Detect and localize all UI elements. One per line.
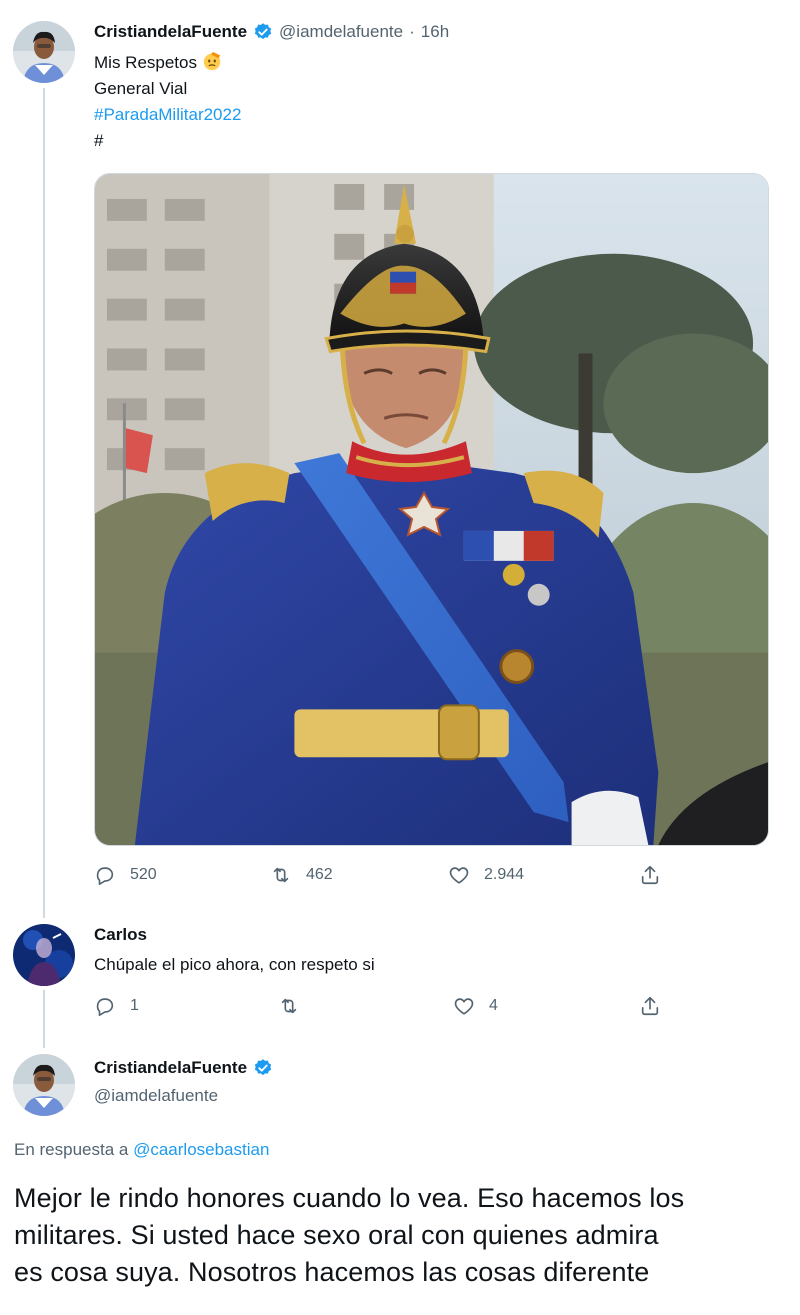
tweet-text-line: General Vial [94,79,188,98]
verified-icon [254,23,272,40]
handle[interactable]: @iamdelafuente [279,22,403,42]
avatar[interactable] [13,21,75,83]
like-count: 2.944 [484,866,525,883]
retweet-count: 462 [306,866,333,883]
like-icon [454,998,474,1015]
like-icon [449,867,469,884]
retweet-icon [281,998,297,1014]
retweet-button[interactable] [278,995,314,1017]
display-name[interactable]: CristiandelaFuente [94,1058,247,1078]
share-button[interactable] [639,995,661,1017]
saluting-face-icon [203,51,221,71]
tweet-text-line: # [94,131,104,150]
timestamp[interactable]: 16h [421,22,449,42]
tweet-header: CristiandelaFuente @iamdelafuente · 16h [94,22,449,42]
reply-button[interactable]: 520 [94,864,157,886]
hashtag-link[interactable]: #ParadaMilitar2022 [94,102,241,128]
tweet-text: Mejor le rindo honores cuando lo vea. Es… [14,1180,784,1291]
retweet-button[interactable]: 462 [270,864,333,886]
handle[interactable]: @iamdelafuente [94,1086,218,1106]
tweet-text-line: es cosa suya. Nosotros hacemos las cosas… [14,1257,650,1287]
share-button[interactable] [639,864,661,886]
tweet-header: @iamdelafuente [94,1086,218,1106]
reply-icon [96,867,114,885]
thread-line [43,88,45,918]
display-name[interactable]: Carlos [94,925,147,945]
reply-mention-link[interactable]: @caarlosebastian [133,1140,269,1159]
like-button[interactable]: 2.944 [448,864,524,886]
like-button[interactable]: 4 [453,995,498,1017]
avatar[interactable] [13,924,75,986]
reply-icon [96,998,114,1016]
separator: · [409,22,415,41]
share-icon [641,865,659,885]
verified-icon [254,1059,272,1076]
like-count: 4 [489,997,498,1014]
tweet-photo[interactable] [94,173,769,846]
reply-context: En respuesta a @caarlosebastian [14,1140,269,1160]
reply-button[interactable]: 1 [94,995,139,1017]
share-icon [641,996,659,1016]
reply-count: 520 [130,866,157,883]
tweet-text-line: Chúpale el pico ahora, con respeto si [94,955,375,974]
display-name[interactable]: CristiandelaFuente [94,22,247,42]
retweet-icon [273,867,289,883]
tweet-text-line: militares. Si usted hace sexo oral con q… [14,1220,659,1250]
tweet-text: Chúpale el pico ahora, con respeto si [94,952,375,978]
tweet-text: Mis Respetos General Vial #ParadaMilitar… [94,50,241,154]
reply-prefix: En respuesta a [14,1140,129,1159]
reply-count: 1 [130,997,139,1014]
tweet-text-line: Mis Respetos [94,53,197,72]
tweet-header: Carlos [94,925,147,945]
tweet-text-line: Mejor le rindo honores cuando lo vea. Es… [14,1183,685,1213]
thread-line [43,990,45,1048]
avatar[interactable] [13,1054,75,1116]
tweet-header: CristiandelaFuente [94,1058,273,1078]
